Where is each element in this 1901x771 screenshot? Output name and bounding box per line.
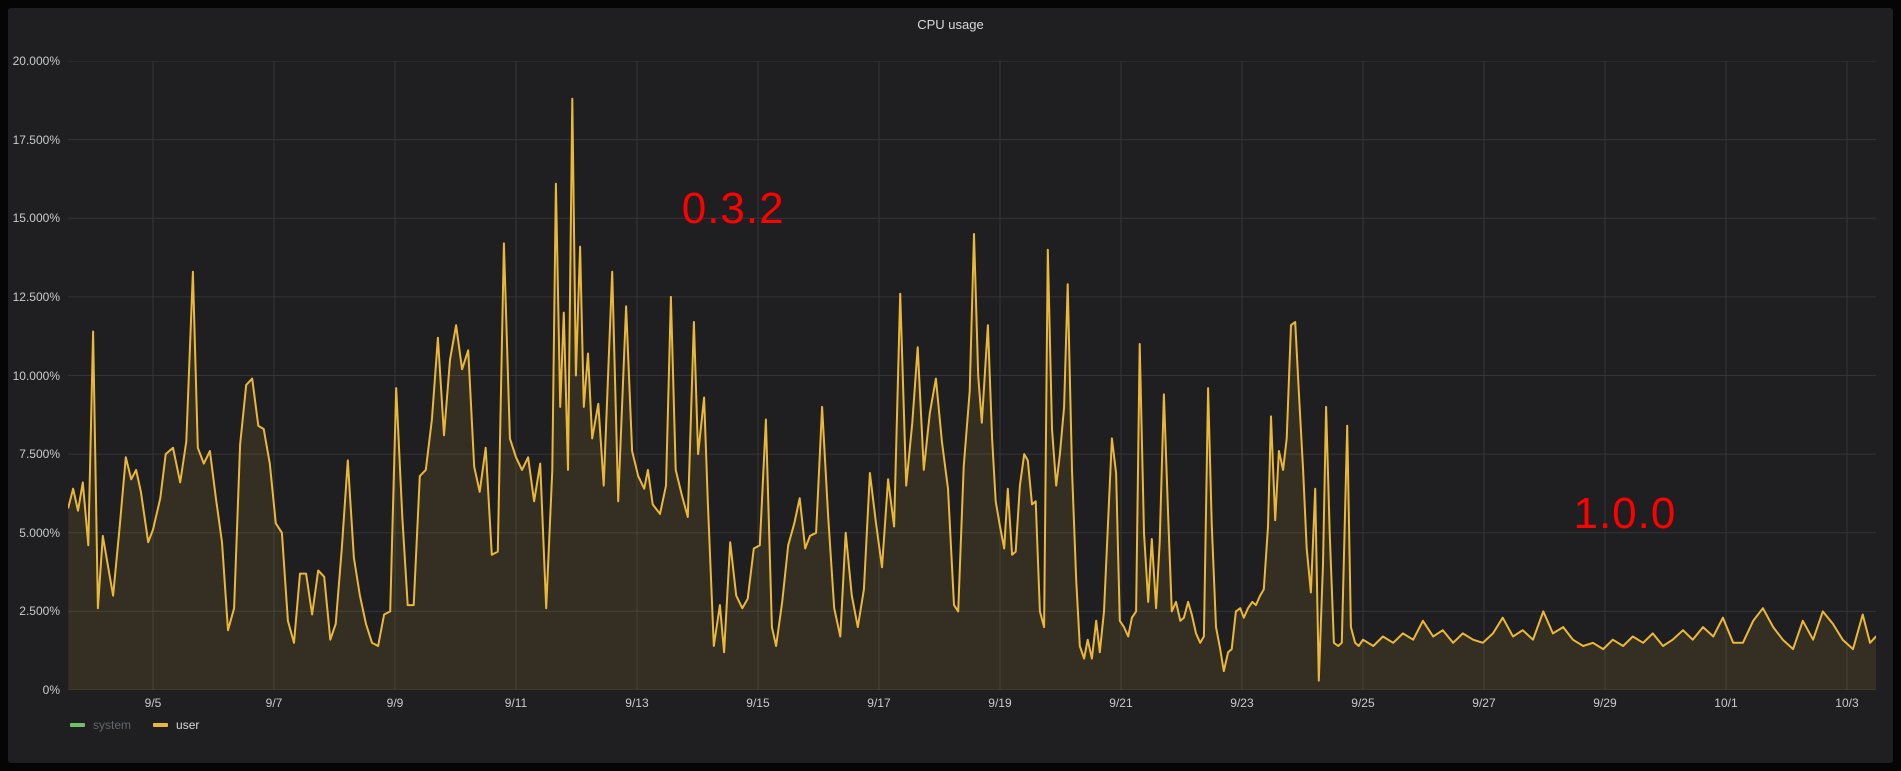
- y-axis-label: 0%: [43, 682, 60, 698]
- x-axis-label: 10/1: [1694, 696, 1758, 710]
- y-axis-label: 7.500%: [19, 446, 60, 462]
- y-axis-label: 15.000%: [13, 210, 60, 226]
- x-axis-label: 9/15: [726, 696, 790, 710]
- y-axis-label: 17.500%: [13, 132, 60, 148]
- x-axis-label: 9/21: [1089, 696, 1153, 710]
- x-axis-label: 9/13: [605, 696, 669, 710]
- x-axis-label: 9/19: [968, 696, 1032, 710]
- x-axis-label: 10/3: [1815, 696, 1879, 710]
- grafana-dashboard: CPU usage 0% 2.500% 5.000% 7.500% 10.000% 12.…: [0, 0, 1901, 771]
- y-axis-label: 5.000%: [19, 525, 60, 541]
- x-axis-label: 9/5: [121, 696, 185, 710]
- legend-swatch-system: [70, 723, 85, 727]
- y-axis-label: 12.500%: [13, 289, 60, 305]
- panel-title[interactable]: CPU usage: [8, 17, 1893, 32]
- legend-item-user[interactable]: user: [153, 718, 199, 732]
- y-axis-label: 20.000%: [13, 53, 60, 69]
- legend-swatch-user: [153, 723, 168, 727]
- y-axis-label: 10.000%: [13, 368, 60, 384]
- x-axis-label: 9/25: [1331, 696, 1395, 710]
- x-axis-label: 9/23: [1210, 696, 1274, 710]
- x-axis-label: 9/7: [242, 696, 306, 710]
- legend-item-system[interactable]: system: [70, 718, 131, 732]
- cpu-usage-chart: [68, 61, 1876, 690]
- x-axis: 9/5 9/7 9/9 9/11 9/13 9/15 9/17 9/19 9/21 9/23 9/2…: [68, 696, 1876, 712]
- legend-label-user: user: [176, 718, 199, 732]
- x-axis-label: 9/11: [484, 696, 548, 710]
- x-axis-label: 9/17: [847, 696, 911, 710]
- cpu-usage-panel: CPU usage 0% 2.500% 5.000% 7.500% 10.000% 12.…: [8, 8, 1893, 763]
- x-axis-label: 9/29: [1573, 696, 1637, 710]
- y-axis-label: 2.500%: [19, 603, 60, 619]
- legend-label-system: system: [93, 718, 131, 732]
- plot-area[interactable]: [68, 61, 1876, 690]
- x-axis-label: 9/9: [363, 696, 427, 710]
- y-axis: 0%2.500%5.000%7.500%10.000%12.500%15.000…: [8, 61, 60, 690]
- x-axis-label: 9/27: [1452, 696, 1516, 710]
- legend: system user: [70, 718, 199, 732]
